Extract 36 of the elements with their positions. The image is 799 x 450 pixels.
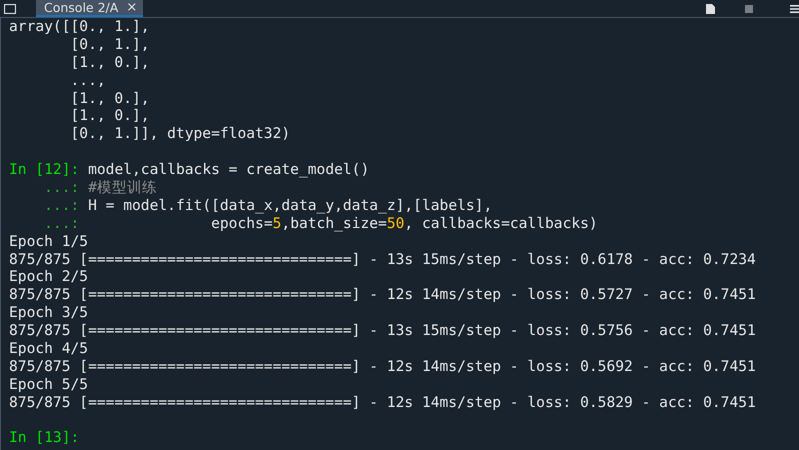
output-line: Epoch 2/5 bbox=[9, 268, 90, 286]
output-line: 875/875 [==============================] - 13s 15ms/step - loss: 0.5756 - acc: 0.7451 bbox=[9, 322, 757, 340]
output-line: [1., 0.], bbox=[70, 54, 151, 72]
close-tab-button[interactable]: × bbox=[126, 0, 138, 15]
output-line: [0., 1.]], dtype=float32) bbox=[70, 125, 292, 144]
code-text: , callbacks=callbacks) bbox=[404, 214, 598, 232]
input-prompt: ...: bbox=[43, 179, 80, 196]
code-text: ,batch_size= bbox=[281, 214, 387, 232]
input-prompt: ...: bbox=[43, 214, 80, 232]
input-prompt: In [12]: bbox=[9, 161, 80, 178]
console-tab[interactable]: Console 2/A × bbox=[36, 0, 144, 17]
output-line: 875/875 [==============================] - 12s 14ms/step - loss: 0.5727 - acc: 0.7451 bbox=[9, 286, 757, 304]
input-prompt: In [13]: bbox=[9, 429, 80, 446]
code-text: epochs= bbox=[210, 214, 273, 232]
output-line: 875/875 [==============================] - 12s 14ms/step - loss: 0.5829 - acc: 0.7451 bbox=[9, 394, 757, 412]
output-line: ..., bbox=[70, 72, 107, 90]
output-line: Epoch 5/5 bbox=[9, 376, 90, 394]
number-literal: 50 bbox=[386, 214, 404, 232]
stop-icon[interactable] bbox=[745, 4, 753, 12]
code-text: H = model.fit([data_x,data_y,data_z],[labels], bbox=[88, 196, 492, 214]
output-line: 875/875 [==============================] - 13s 15ms/step - loss: 0.6178 - acc: 0.7234 bbox=[9, 250, 757, 268]
output-line: Epoch 4/5 bbox=[9, 340, 90, 358]
output-line: [0., 1.], bbox=[70, 36, 151, 54]
output-line: [1., 0.], bbox=[70, 90, 151, 108]
window-icon[interactable] bbox=[4, 4, 16, 14]
code-comment: #模型训练 bbox=[88, 179, 157, 196]
output-line: array([[0., 1.], bbox=[9, 18, 151, 36]
output-line: 875/875 [==============================] - 12s 14ms/step - loss: 0.5692 - acc: 0.7451 bbox=[9, 358, 757, 376]
output-line: [1., 0.], bbox=[70, 107, 151, 126]
code-text: model,callbacks = create_model() bbox=[88, 161, 370, 178]
output-line: Epoch 3/5 bbox=[9, 304, 90, 322]
number-literal: 5 bbox=[272, 214, 282, 232]
menu-icon[interactable] bbox=[790, 4, 799, 12]
document-icon[interactable] bbox=[706, 4, 715, 14]
input-prompt: ...: bbox=[43, 196, 80, 214]
output-line: Epoch 1/5 bbox=[9, 232, 90, 251]
